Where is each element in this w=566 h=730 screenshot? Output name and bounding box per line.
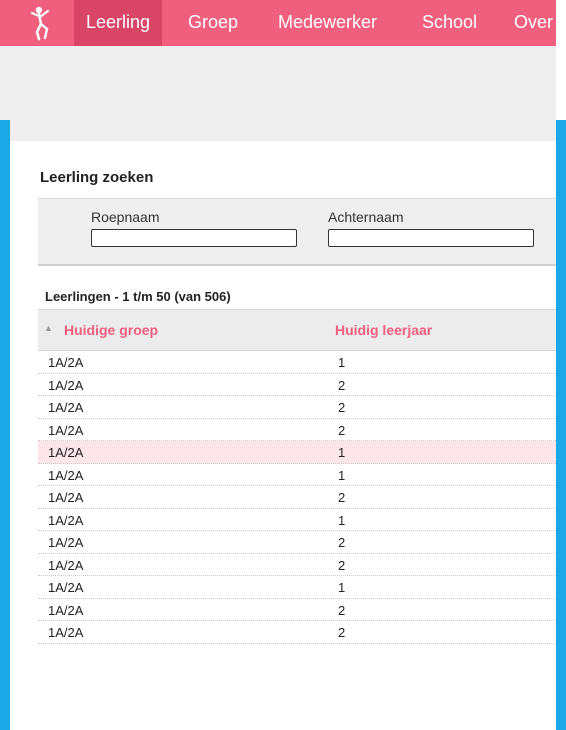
cell-huidige-groep: 1A/2A xyxy=(48,625,84,640)
achternaam-input[interactable] xyxy=(328,229,534,247)
nav-item-school[interactable]: School xyxy=(410,0,489,46)
table-row[interactable]: 1A/2A 2 xyxy=(38,599,556,621)
cell-huidige-groep: 1A/2A xyxy=(48,445,84,460)
nav-item-groep[interactable]: Groep xyxy=(176,0,250,46)
table-body: 1A/2A 1 1A/2A 2 1A/2A 2 1A/2A 2 1A/2A 1 1A/2A 1 1A/2… xyxy=(38,351,556,644)
nav-item-medewerker[interactable]: Medewerker xyxy=(266,0,389,46)
table-row[interactable]: 1A/2A 2 xyxy=(38,374,556,396)
table-row[interactable]: 1A/2A 2 xyxy=(38,531,556,554)
column-header-huidige-groep[interactable]: Huidige groep xyxy=(64,322,158,338)
cell-huidige-groep: 1A/2A xyxy=(48,602,84,618)
column-header-huidig-leerjaar[interactable]: Huidig leerjaar xyxy=(335,322,432,338)
nav-item-leerling[interactable]: Leerling xyxy=(74,0,163,46)
cell-huidige-groep: 1A/2A xyxy=(48,557,84,573)
page-title: Leerling zoeken xyxy=(40,169,154,186)
cell-huidig-leerjaar: 2 xyxy=(338,625,346,640)
results-heading: Leerlingen - 1 t/m 50 (van 506) xyxy=(45,289,231,304)
table-row[interactable]: 1A/2A 1 xyxy=(38,576,556,599)
cell-huidig-leerjaar: 2 xyxy=(338,400,346,415)
table-row[interactable]: 1A/2A 1 xyxy=(38,441,556,464)
cell-huidig-leerjaar: 1 xyxy=(338,445,346,460)
cell-huidige-groep: 1A/2A xyxy=(48,400,84,415)
sort-ascending-icon[interactable]: ▲ xyxy=(44,323,53,333)
cell-huidige-groep: 1A/2A xyxy=(48,422,84,438)
roepnaam-label: Roepnaam xyxy=(91,209,160,225)
table-row[interactable]: 1A/2A 1 xyxy=(38,509,556,531)
search-panel: Roepnaam Achternaam xyxy=(38,198,556,266)
table-row[interactable]: 1A/2A 2 xyxy=(38,419,556,441)
window-frame-right xyxy=(556,120,566,730)
cell-huidig-leerjaar: 2 xyxy=(338,422,346,438)
table-row[interactable]: 1A/2A 2 xyxy=(38,621,556,644)
cell-huidige-groep: 1A/2A xyxy=(48,490,84,505)
cell-huidig-leerjaar: 2 xyxy=(338,602,346,618)
roepnaam-input[interactable] xyxy=(91,229,297,247)
nav-item-over[interactable]: Over xyxy=(502,0,556,46)
cell-huidig-leerjaar: 1 xyxy=(338,355,346,370)
table-row[interactable]: 1A/2A 1 xyxy=(38,464,556,486)
table-row[interactable]: 1A/2A 1 xyxy=(38,351,556,374)
cell-huidig-leerjaar: 2 xyxy=(338,377,346,393)
window-frame-left xyxy=(0,120,10,730)
main-content: Leerling zoeken Roepnaam Achternaam Leer… xyxy=(10,141,556,730)
cell-huidige-groep: 1A/2A xyxy=(48,377,84,393)
cell-huidige-groep: 1A/2A xyxy=(48,467,84,483)
table-row[interactable]: 1A/2A 2 xyxy=(38,486,556,509)
cell-huidig-leerjaar: 2 xyxy=(338,557,346,573)
table-header: ▲ Huidige groep Huidig leerjaar xyxy=(38,309,556,351)
cell-huidig-leerjaar: 1 xyxy=(338,580,346,595)
table-row[interactable]: 1A/2A 2 xyxy=(38,554,556,576)
cell-huidig-leerjaar: 1 xyxy=(338,512,346,528)
cell-huidige-groep: 1A/2A xyxy=(48,512,84,528)
achternaam-label: Achternaam xyxy=(328,209,404,225)
table-row[interactable]: 1A/2A 2 xyxy=(38,396,556,419)
cell-huidig-leerjaar: 2 xyxy=(338,535,346,550)
cell-huidige-groep: 1A/2A xyxy=(48,355,84,370)
running-figure-logo-icon[interactable] xyxy=(28,5,58,41)
top-nav: Leerling Groep Medewerker School Over xyxy=(0,0,556,46)
cell-huidige-groep: 1A/2A xyxy=(48,580,84,595)
cell-huidig-leerjaar: 2 xyxy=(338,490,346,505)
students-table: ▲ Huidige groep Huidig leerjaar 1A/2A 1 1A… xyxy=(38,309,556,644)
sub-toolbar xyxy=(0,46,556,142)
cell-huidige-groep: 1A/2A xyxy=(48,535,84,550)
cell-huidig-leerjaar: 1 xyxy=(338,467,346,483)
